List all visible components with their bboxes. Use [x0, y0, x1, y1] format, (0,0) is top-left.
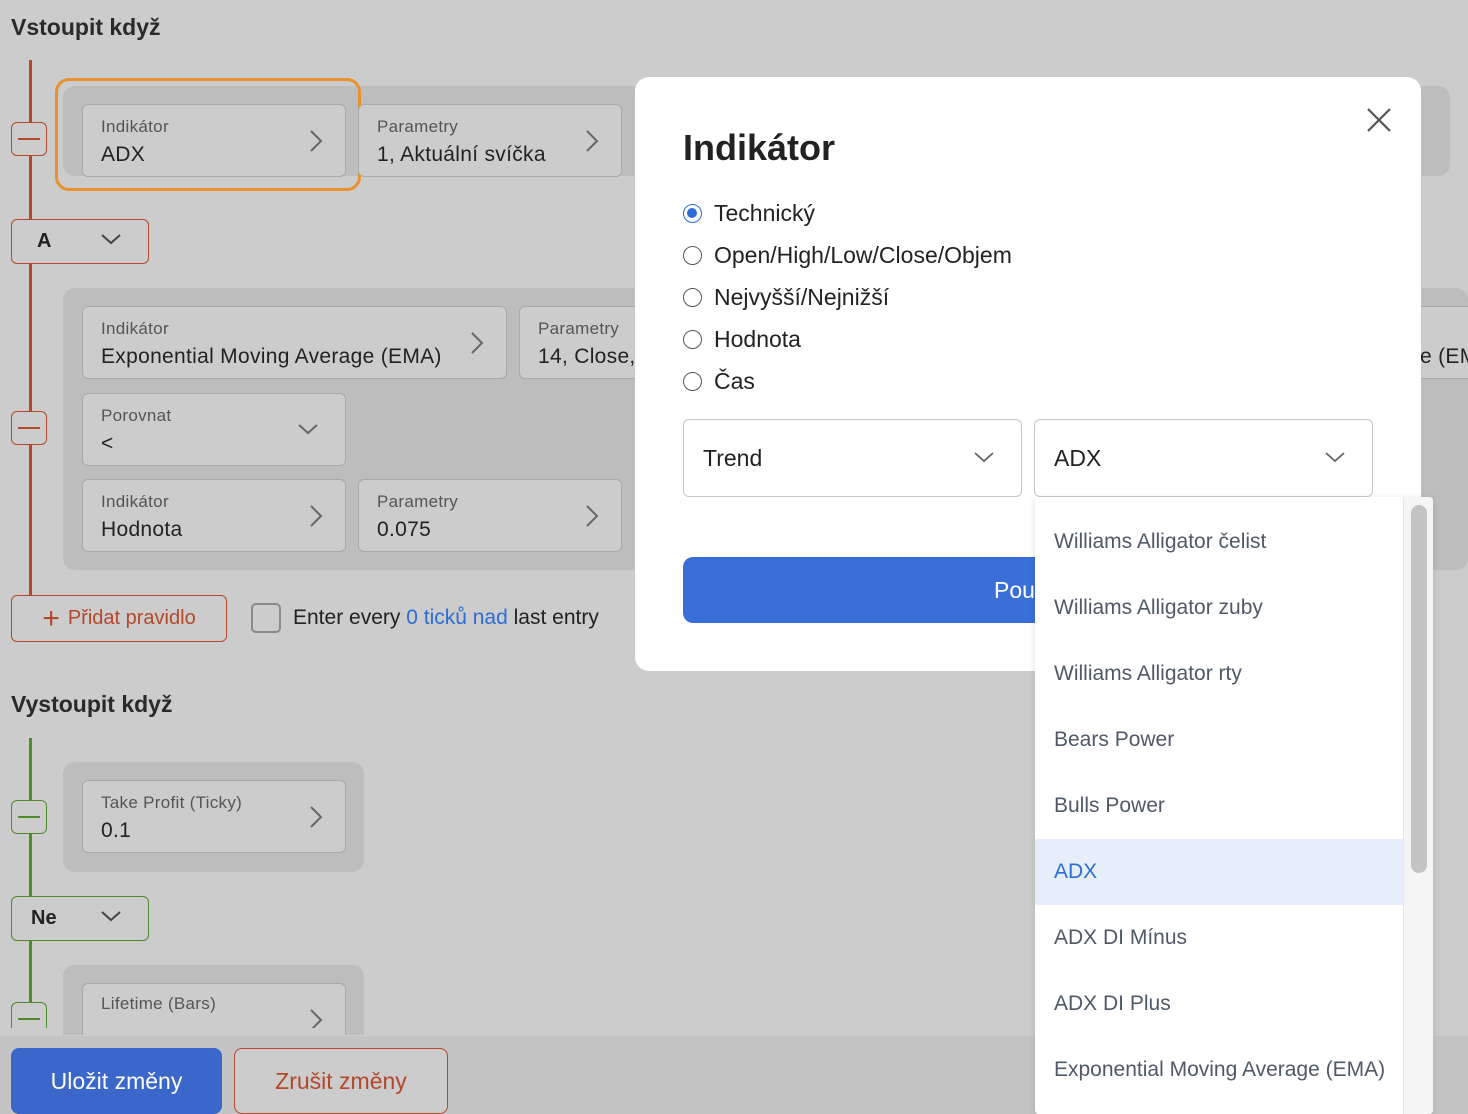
rule2-indicator-field[interactable]: Indikátor Exponential Moving Average (EM… [82, 306, 507, 379]
dropdown-item[interactable]: Williams Alligator rty [1035, 641, 1403, 707]
radio-ohlc[interactable]: Open/High/Low/Close/Objem [683, 242, 1012, 269]
radio-technical[interactable]: Technický [683, 200, 815, 227]
chevron-right-icon [310, 130, 323, 152]
rule1-indicator-label: Indikátor [101, 117, 169, 136]
rule2-params2-field[interactable]: Parametry 0.075 [358, 479, 622, 552]
add-rule-button[interactable]: + Přidat pravidlo [11, 595, 227, 642]
rule2-params2-value: 0.075 [377, 518, 432, 541]
exit-section-title: Vystoupit když [11, 691, 173, 717]
rule2-indicator2-field[interactable]: Indikátor Hodnota [82, 479, 346, 552]
chevron-down-icon [101, 911, 121, 922]
rule1-params-field[interactable]: Parametry 1, Aktuální svíčka [358, 104, 622, 177]
rule2-indicator2-label: Indikátor [101, 492, 169, 511]
take-profit-value: 0.1 [101, 819, 132, 842]
radio-button[interactable] [683, 246, 702, 265]
cancel-changes-button[interactable]: Zrušit změny [234, 1048, 448, 1114]
entry-logic-select[interactable]: A [11, 219, 149, 264]
radio-button[interactable] [683, 372, 702, 391]
dropdown-item[interactable]: Bulls Power [1035, 773, 1403, 839]
chevron-right-icon [310, 806, 323, 828]
chevron-down-icon [101, 234, 121, 245]
chevron-right-icon [310, 1009, 323, 1028]
rule1-params-label: Parametry [377, 117, 459, 136]
ticks-link[interactable]: 0 ticků nad [406, 606, 508, 629]
lifetime-label: Lifetime (Bars) [101, 994, 217, 1013]
lifetime-field[interactable]: Lifetime (Bars) [82, 983, 346, 1035]
rule2-indicator-value: Exponential Moving Average (EMA) [101, 345, 442, 368]
chevron-down-icon [1325, 452, 1345, 463]
exit-logic-select[interactable]: Ne [11, 896, 149, 941]
exit-rule-line [29, 738, 32, 1028]
radio-label: Open/High/Low/Close/Objem [714, 242, 1012, 268]
category-select[interactable]: Trend [683, 419, 1022, 497]
radio-button[interactable] [683, 204, 702, 223]
rule2-params2-label: Parametry [377, 492, 459, 511]
rule2-compare-value: < [101, 432, 114, 455]
dropdown-scrollbar[interactable] [1403, 497, 1433, 1114]
indicator-dropdown-list[interactable]: Williams Alligator čelist Williams Allig… [1035, 497, 1433, 1114]
remove-exit-rule-2-button[interactable] [11, 1002, 47, 1028]
rule2-right-value: e (EM [1420, 345, 1468, 368]
rule2-indicator2-value: Hodnota [101, 518, 183, 541]
plus-icon: + [42, 601, 60, 635]
entry-logic-value: A [37, 230, 52, 252]
enter-every-text: Enter every 0 ticků nad last entry [293, 606, 599, 630]
chevron-right-icon [586, 130, 599, 152]
radio-label: Nejvyšší/Nejnižší [714, 284, 890, 310]
enter-every-checkbox[interactable] [251, 603, 281, 633]
rule2-compare-label: Porovnat [101, 406, 172, 425]
chevron-right-icon [310, 505, 323, 527]
radio-highest-lowest[interactable]: Nejvyšší/Nejnižší [683, 284, 889, 311]
save-changes-button[interactable]: Uložit změny [11, 1048, 222, 1114]
radio-time[interactable]: Čas [683, 368, 755, 395]
take-profit-field[interactable]: Take Profit (Ticky) 0.1 [82, 780, 346, 853]
radio-label: Čas [714, 368, 755, 394]
radio-label: Technický [714, 200, 815, 226]
close-icon[interactable] [1364, 105, 1394, 135]
remove-rule-1-button[interactable] [11, 122, 47, 156]
radio-button[interactable] [683, 288, 702, 307]
category-select-value: Trend [703, 444, 763, 471]
apply-button-label: Pou [994, 576, 1035, 603]
chevron-down-icon [974, 452, 994, 463]
rule2-right-field[interactable]: e (EM [1415, 306, 1468, 379]
radio-label: Hodnota [714, 326, 801, 352]
dropdown-item[interactable]: Bears Power [1035, 707, 1403, 773]
dropdown-scrollbar-thumb[interactable] [1411, 505, 1427, 873]
entry-section-title: Vstoupit když [11, 14, 161, 40]
indicator-select[interactable]: ADX [1034, 419, 1373, 497]
dropdown-item[interactable]: Exponential Moving Average (EMA) [1035, 1037, 1403, 1103]
rule2-compare-field[interactable]: Porovnat < [82, 393, 346, 466]
add-rule-label: Přidat pravidlo [67, 607, 196, 629]
dropdown-item[interactable]: Williams Alligator zuby [1035, 575, 1403, 641]
modal-title: Indikátor [683, 127, 836, 168]
rule1-params-value: 1, Aktuální svíčka [377, 143, 546, 166]
rule1-indicator-value: ADX [101, 143, 146, 166]
enter-every-prefix: Enter every [293, 606, 407, 629]
dropdown-item[interactable]: ADX DI Mínus [1035, 905, 1403, 971]
chevron-down-icon [298, 424, 318, 435]
rule1-indicator-field[interactable]: Indikátor ADX [82, 104, 346, 177]
radio-value[interactable]: Hodnota [683, 326, 801, 353]
dropdown-item[interactable]: ADX DI Plus [1035, 971, 1403, 1037]
indicator-select-value: ADX [1054, 444, 1102, 471]
remove-rule-2-button[interactable] [11, 411, 47, 445]
enter-every-suffix: last entry [507, 606, 599, 629]
take-profit-label: Take Profit (Ticky) [101, 793, 243, 812]
rule2-indicator-label: Indikátor [101, 319, 169, 338]
dropdown-item[interactable]: Williams Alligator čelist [1035, 509, 1403, 575]
chevron-right-icon [471, 332, 484, 354]
chevron-right-icon [586, 505, 599, 527]
remove-exit-rule-1-button[interactable] [11, 800, 47, 834]
dropdown-item-selected[interactable]: ADX [1035, 839, 1403, 905]
radio-button[interactable] [683, 330, 702, 349]
exit-logic-value: Ne [31, 907, 57, 929]
